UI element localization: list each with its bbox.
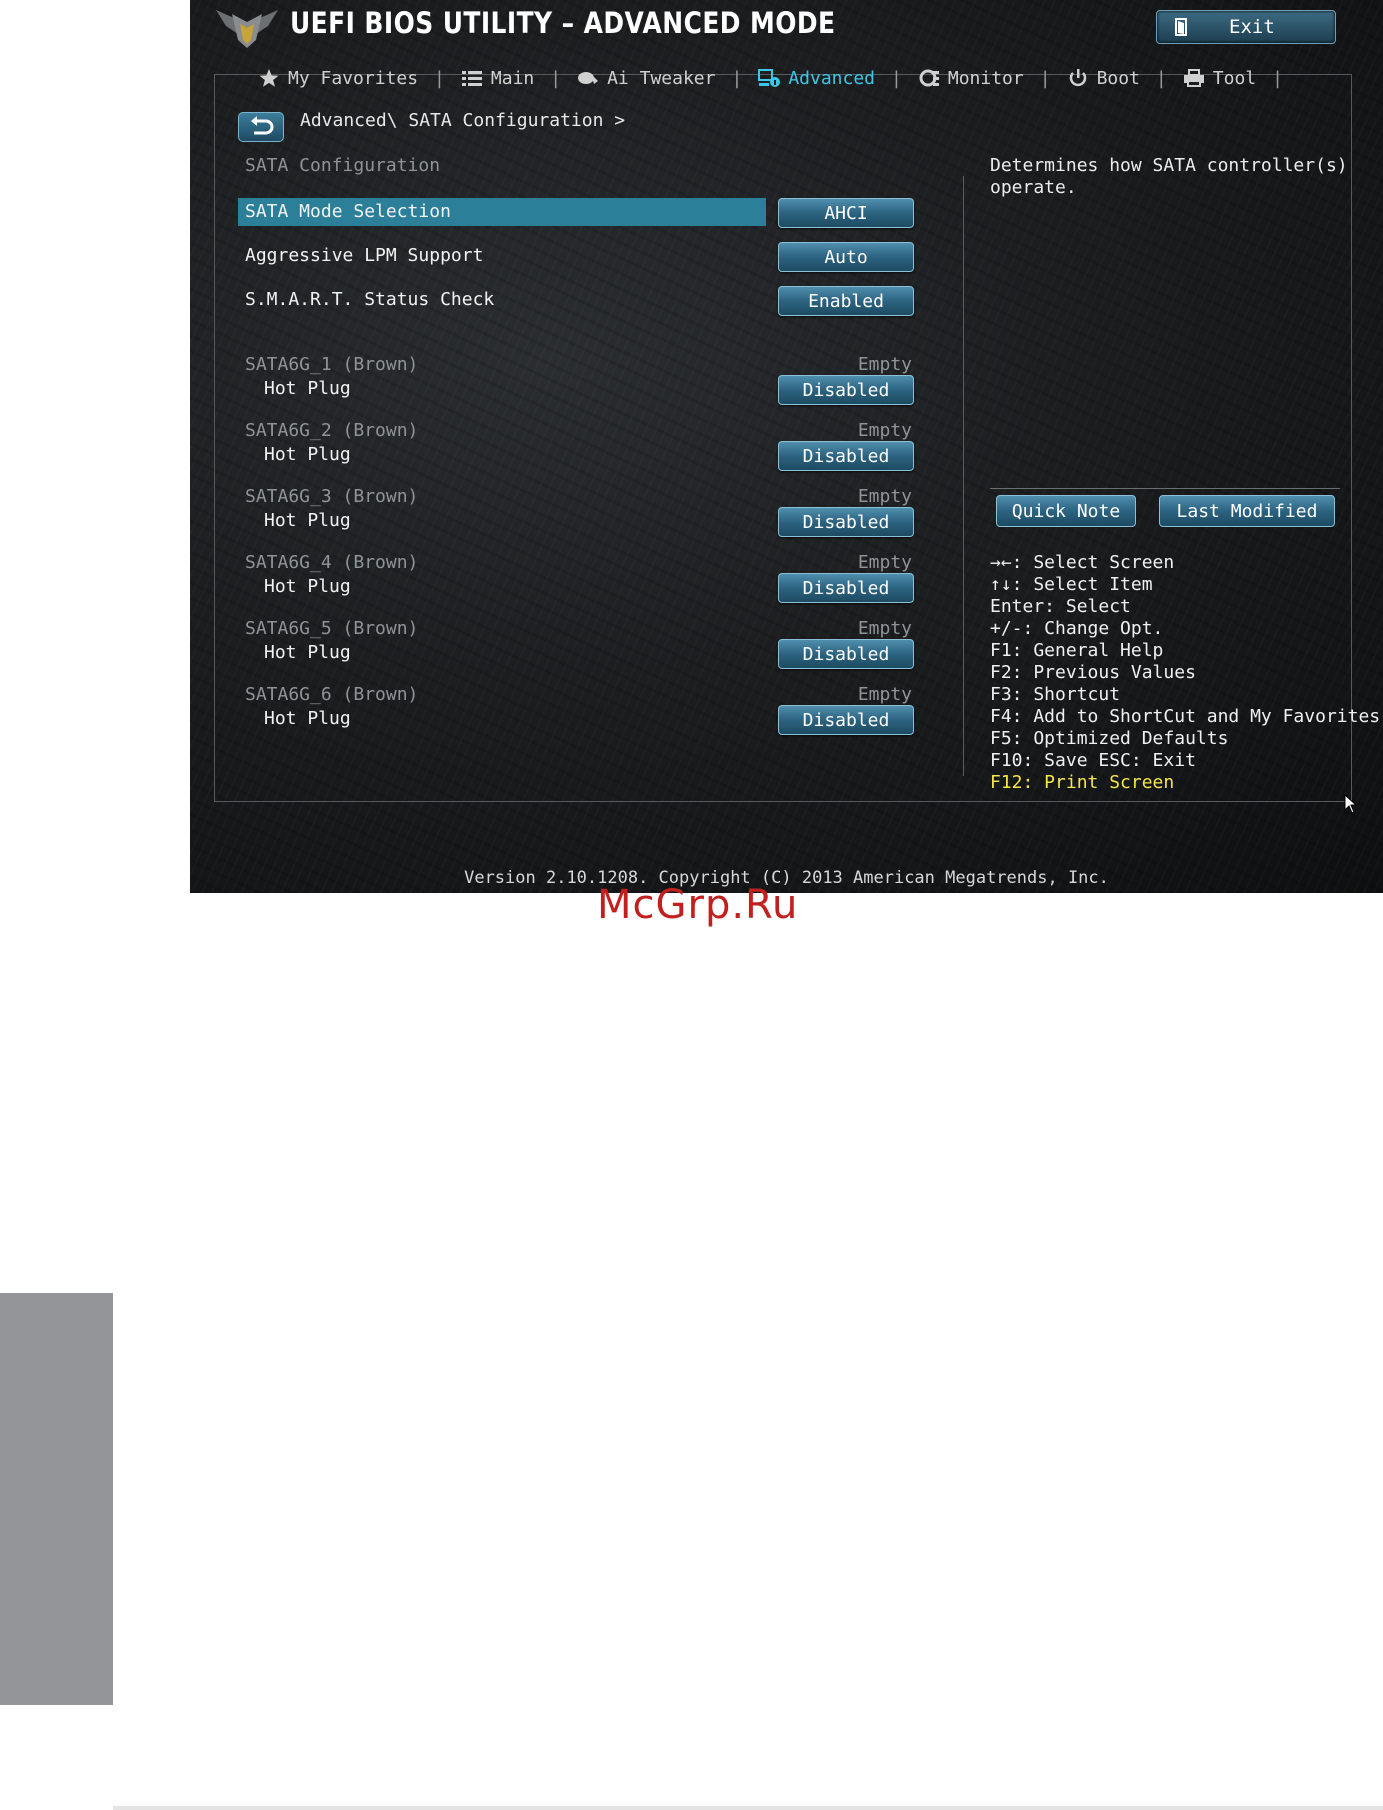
back-button[interactable] [238,112,284,142]
quick-note-button[interactable]: Quick Note [996,495,1136,527]
help-description: Determines how SATA controller(s) operat… [990,155,1348,198]
tab-my-favorites[interactable]: My Favorites [254,68,422,89]
hotplug-value-button[interactable]: Disabled [778,375,914,405]
hotplug-label[interactable]: Hot Plug [264,708,351,729]
port-name: SATA6G_1 (Brown) [245,354,419,375]
hotplug-value-button[interactable]: Disabled [778,705,914,735]
tab-boot[interactable]: Boot [1063,68,1144,89]
page-title: UEFI BIOS UTILITY – ADVANCED MODE [290,6,836,40]
key-item: Enter: Select [990,596,1131,617]
port-name: SATA6G_3 (Brown) [245,486,419,507]
printer-icon [1183,69,1204,87]
menu-tabs: My Favorites | Main | Ai Tweaker | Advan… [254,64,1295,92]
tab-tool[interactable]: Tool [1179,68,1260,89]
tab-label: Main [490,67,535,89]
port-status: Empty [857,552,912,573]
list-icon [461,71,482,86]
back-arrow-icon [251,116,274,135]
port-name: SATA6G_2 (Brown) [245,420,419,441]
section-title: SATA Configuration [245,155,441,176]
hotplug-value-button[interactable]: Disabled [778,507,914,537]
key-item: F5: Optimized Defaults [990,728,1229,749]
watermark-text: McGrp.Ru [597,882,799,928]
breadcrumb: Advanced\ SATA Configuration > [300,110,626,131]
tweaker-icon [578,72,599,84]
key-item: →←: Select Screen [990,552,1175,573]
help-divider [990,488,1340,489]
star-icon [259,69,279,87]
key-item: +/-: Change Opt. [990,618,1164,639]
tab-label: Boot [1096,67,1140,89]
advanced-icon [758,69,781,87]
tab-label: Tool [1212,67,1257,89]
bios-screen: UEFI BIOS UTILITY – ADVANCED MODE Exit M… [190,0,1383,893]
port-status: Empty [857,420,912,441]
port-status: Empty [857,684,912,705]
exit-door-icon [1175,18,1187,36]
port-status: Empty [857,618,912,639]
tab-label: Ai Tweaker [607,67,716,89]
tab-label: My Favorites [288,67,419,89]
port-status: Empty [857,354,912,375]
key-item: ↑↓: Select Item [990,574,1153,595]
setting-label-aggressive-lpm[interactable]: Aggressive LPM Support [245,245,483,266]
tab-ai-tweaker[interactable]: Ai Tweaker [573,68,719,89]
last-modified-button[interactable]: Last Modified [1159,495,1335,527]
hotplug-label[interactable]: Hot Plug [264,510,351,531]
setting-label-smart-check[interactable]: S.M.A.R.T. Status Check [245,289,494,310]
mouse-cursor-icon [1344,794,1358,814]
tab-advanced[interactable]: Advanced [754,68,879,89]
tab-main[interactable]: Main [457,68,538,89]
smart-check-value-button[interactable]: Enabled [778,286,914,316]
port-name: SATA6G_6 (Brown) [245,684,419,705]
setting-label-sata-mode[interactable]: SATA Mode Selection [245,201,451,222]
tab-separator: | [550,67,562,89]
key-item: F2: Previous Values [990,662,1196,683]
port-name: SATA6G_5 (Brown) [245,618,419,639]
print-screen-key: F12: Print Screen [990,772,1175,793]
port-status: Empty [857,486,912,507]
key-legend: →←: Select Screen ↑↓: Select Item Enter:… [990,552,1380,794]
hotplug-value-button[interactable]: Disabled [778,639,914,669]
tuf-logo-icon [216,10,278,48]
aggressive-lpm-value-button[interactable]: Auto [778,242,914,272]
hotplug-value-button[interactable]: Disabled [778,573,914,603]
power-icon [1069,69,1086,87]
tab-separator: | [1039,67,1051,89]
panel-divider [963,176,964,776]
hotplug-label[interactable]: Hot Plug [264,378,351,399]
tab-label: Monitor [947,67,1024,89]
key-item: F1: General Help [990,640,1164,661]
hotplug-value-button[interactable]: Disabled [778,441,914,471]
exit-button[interactable]: Exit [1156,10,1336,44]
key-item: F4: Add to ShortCut and My Favorites [990,706,1381,727]
monitor-icon [919,69,939,87]
tab-separator: | [1155,67,1167,89]
tab-separator: | [434,67,445,89]
tab-separator: | [891,67,902,89]
tab-label: Advanced [788,67,876,89]
hotplug-label[interactable]: Hot Plug [264,444,351,465]
sata-mode-value-button[interactable]: AHCI [778,198,914,228]
tab-separator: | [731,67,743,89]
key-item: F3: Shortcut [990,684,1121,705]
page-bottom-rule [113,1806,1383,1810]
tab-separator: | [1272,67,1283,89]
port-name: SATA6G_4 (Brown) [245,552,419,573]
page-side-tab [0,1293,113,1705]
exit-label: Exit [1229,16,1275,38]
tab-monitor[interactable]: Monitor [914,68,1028,89]
hotplug-label[interactable]: Hot Plug [264,576,351,597]
hotplug-label[interactable]: Hot Plug [264,642,351,663]
key-item: F10: Save ESC: Exit [990,750,1196,771]
